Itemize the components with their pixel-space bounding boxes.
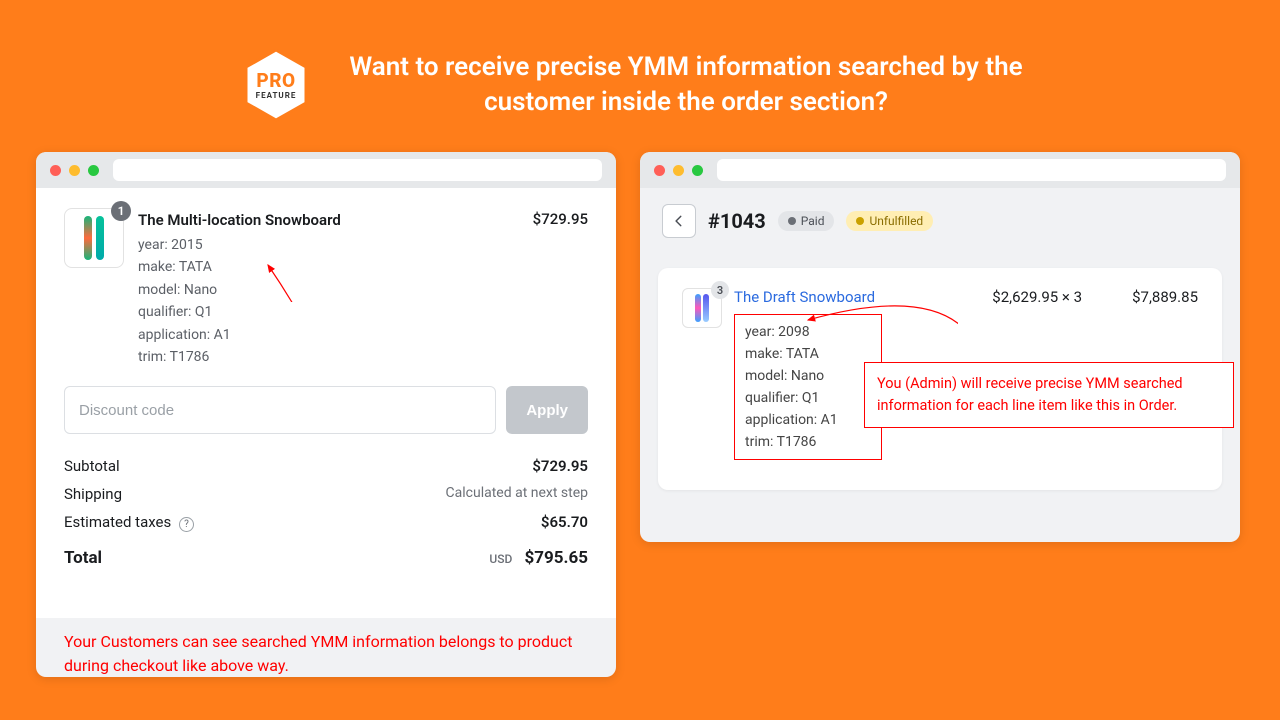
admin-annotation-text: You (Admin) will receive precise YMM sea… <box>864 362 1234 428</box>
order-unit-price: $2,629.95 × 3 <box>992 288 1082 306</box>
attr-qualifier: qualifier: Q1 <box>745 387 871 409</box>
customer-annotation-text: Your Customers can see searched YMM info… <box>36 618 616 677</box>
back-button[interactable] <box>662 204 696 238</box>
attr-application: application: A1 <box>138 324 341 346</box>
discount-code-input[interactable] <box>64 386 496 434</box>
order-admin-window: #1043 Paid Unfulfilled 3 The Draft Snowb… <box>640 152 1240 542</box>
attr-model: model: Nano <box>745 365 871 387</box>
pro-feature-badge: PRO FEATURE <box>244 48 308 122</box>
quantity-badge: 1 <box>111 201 131 221</box>
subtotal-label: Subtotal <box>64 457 120 475</box>
paid-badge: Paid <box>778 211 835 231</box>
order-product-link[interactable]: The Draft Snowboard <box>734 288 980 306</box>
maximize-dot-icon[interactable] <box>88 165 99 176</box>
tax-value: $65.70 <box>541 513 588 532</box>
close-dot-icon[interactable] <box>654 165 665 176</box>
attr-qualifier: qualifier: Q1 <box>138 301 341 323</box>
attr-make: make: TATA <box>745 343 871 365</box>
help-icon[interactable]: ? <box>179 517 194 532</box>
badge-pro: PRO <box>256 71 295 90</box>
quantity-badge: 3 <box>711 281 729 299</box>
window-titlebar <box>640 152 1240 188</box>
attr-year: year: 2098 <box>745 321 871 343</box>
badge-feature: FEATURE <box>256 92 297 100</box>
minimize-dot-icon[interactable] <box>69 165 80 176</box>
order-id: #1043 <box>708 209 766 233</box>
ymm-info-box: year: 2098 make: TATA model: Nano qualif… <box>734 314 882 460</box>
attr-make: make: TATA <box>138 256 341 278</box>
window-titlebar <box>36 152 616 188</box>
close-dot-icon[interactable] <box>50 165 61 176</box>
url-bar[interactable] <box>113 159 602 181</box>
apply-button[interactable]: Apply <box>506 386 588 434</box>
shipping-label: Shipping <box>64 485 122 503</box>
total-value: $795.65 <box>525 548 588 568</box>
subtotal-value: $729.95 <box>532 457 588 475</box>
order-line-total: $7,889.85 <box>1132 288 1198 306</box>
url-bar[interactable] <box>717 159 1226 181</box>
shipping-value: Calculated at next step <box>446 485 588 503</box>
attr-application: application: A1 <box>745 409 871 431</box>
attr-trim: trim: T1786 <box>138 346 341 368</box>
attr-model: model: Nano <box>138 279 341 301</box>
attr-year: year: 2015 <box>138 234 341 256</box>
hero-headline: Want to receive precise YMM information … <box>336 50 1036 120</box>
arrow-left-icon <box>672 214 686 228</box>
tax-label: Estimated taxes ? <box>64 513 194 532</box>
product-title: The Multi-location Snowboard <box>138 208 341 232</box>
line-price: $729.95 <box>533 208 588 368</box>
checkout-line-item: 1 The Multi-location Snowboard year: 201… <box>64 208 588 368</box>
total-currency: USD <box>489 552 512 566</box>
checkout-window: 1 The Multi-location Snowboard year: 201… <box>36 152 616 677</box>
minimize-dot-icon[interactable] <box>673 165 684 176</box>
unfulfilled-badge: Unfulfilled <box>846 211 933 231</box>
attr-trim: trim: T1786 <box>745 431 871 453</box>
maximize-dot-icon[interactable] <box>692 165 703 176</box>
total-label: Total <box>64 548 102 568</box>
